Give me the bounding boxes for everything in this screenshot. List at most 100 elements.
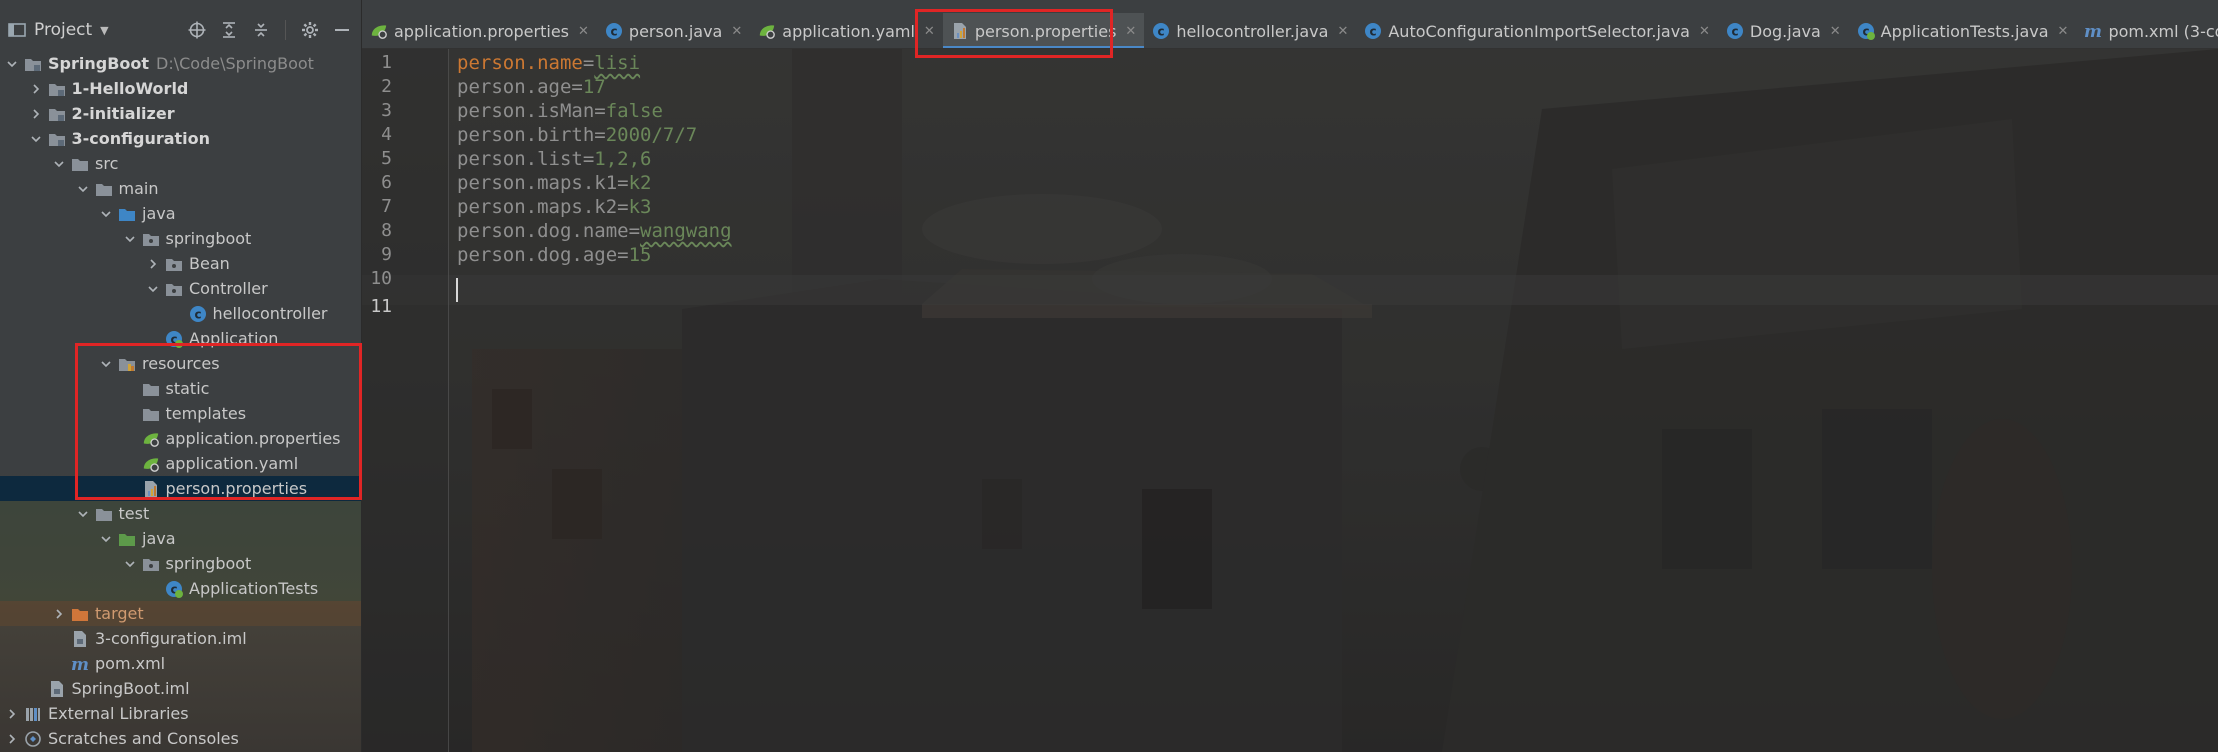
chevron-down-icon[interactable] xyxy=(75,181,91,197)
package-icon xyxy=(142,555,160,573)
collapse-all-icon[interactable] xyxy=(249,19,273,41)
tree-item-1-helloworld[interactable]: 1-HelloWorld xyxy=(0,76,361,101)
excluded-folder-icon xyxy=(71,605,89,623)
tree-item-label: ApplicationTests xyxy=(189,579,319,598)
code-line[interactable]: person.age=17 xyxy=(457,75,606,99)
chevron-right-icon[interactable] xyxy=(28,81,44,97)
package-icon xyxy=(165,255,183,273)
tab-application-yaml[interactable]: application.yaml ✕ xyxy=(750,13,943,48)
property-key: person.dog.name xyxy=(457,220,629,242)
close-icon[interactable]: ✕ xyxy=(731,24,742,39)
project-panel-title[interactable]: Project xyxy=(34,20,92,40)
code-line[interactable]: person.birth=2000/7/7 xyxy=(457,123,697,147)
tree-item-3-configuration[interactable]: 3-configuration xyxy=(0,126,361,151)
chevron-down-icon[interactable] xyxy=(98,356,114,372)
tree-item-src[interactable]: src xyxy=(0,151,361,176)
tree-item-label: main xyxy=(118,179,159,198)
module-folder-icon xyxy=(48,80,66,98)
tree-item-springboot[interactable]: SpringBoot D:\Code\SpringBoot xyxy=(0,51,361,76)
locate-file-icon[interactable] xyxy=(185,19,209,41)
tree-item-springboot-iml[interactable]: SpringBoot.iml xyxy=(0,676,361,701)
tab-application-properties[interactable]: application.properties ✕ xyxy=(362,13,597,48)
code-line[interactable]: person.isMan=false xyxy=(457,99,663,123)
code-line[interactable]: person.maps.k1=k2 xyxy=(457,171,652,195)
tree-item-target[interactable]: target xyxy=(0,601,361,626)
tree-item-scratches-and-consoles[interactable]: Scratches and Consoles xyxy=(0,726,361,751)
tree-item-2-initializer[interactable]: 2-initializer xyxy=(0,101,361,126)
tree-item-label: External Libraries xyxy=(48,704,189,723)
chevron-down-icon[interactable] xyxy=(98,206,114,222)
chevron-down-icon[interactable] xyxy=(4,56,20,72)
hide-panel-icon[interactable] xyxy=(330,19,354,41)
close-icon[interactable]: ✕ xyxy=(1337,24,1348,39)
close-icon[interactable]: ✕ xyxy=(1830,24,1841,39)
chevron-right-icon[interactable] xyxy=(4,731,20,747)
chevron-down-icon[interactable] xyxy=(28,131,44,147)
chevron-down-icon[interactable]: ▼ xyxy=(100,24,108,37)
chevron-down-icon[interactable] xyxy=(75,506,91,522)
chevron-down-icon[interactable] xyxy=(122,231,138,247)
tree-item-3-configuration-iml[interactable]: 3-configuration.iml xyxy=(0,626,361,651)
gear-icon[interactable] xyxy=(298,19,322,41)
chevron-down-icon[interactable] xyxy=(122,556,138,572)
code-line[interactable]: person.dog.age=15 xyxy=(457,243,652,267)
tab-applicationtests-java[interactable]: c ApplicationTests.java ✕ xyxy=(1849,13,2077,48)
tree-item-bean[interactable]: Bean xyxy=(0,251,361,276)
tree-item-static[interactable]: static xyxy=(0,376,361,401)
tab-dog-java[interactable]: c Dog.java ✕ xyxy=(1718,13,1849,48)
chevron-right-icon[interactable] xyxy=(51,606,67,622)
tree-item-java[interactable]: java xyxy=(0,201,361,226)
close-icon[interactable]: ✕ xyxy=(578,24,589,39)
tree-item-resources[interactable]: resources xyxy=(0,351,361,376)
close-icon[interactable]: ✕ xyxy=(1125,24,1136,39)
tab-autoconfigurationimportselector-java[interactable]: c AutoConfigurationImportSelector.java ✕ xyxy=(1356,13,1718,48)
project-path: D:\Code\SpringBoot xyxy=(156,54,314,73)
tree-item-springboot[interactable]: springboot xyxy=(0,226,361,251)
tree-item-application-properties[interactable]: application.properties xyxy=(0,426,361,451)
property-key: person.isMan xyxy=(457,100,595,122)
chevron-down-icon[interactable] xyxy=(51,156,67,172)
close-icon[interactable]: ✕ xyxy=(1699,24,1710,39)
tree-item-label: templates xyxy=(165,404,247,423)
tree-item-applicationtests[interactable]: c ApplicationTests xyxy=(0,576,361,601)
tree-item-person-properties[interactable]: person.properties xyxy=(0,476,361,501)
tree-item-templates[interactable]: templates xyxy=(0,401,361,426)
tab-label: pom.xml (3-configuration) xyxy=(2108,21,2218,41)
code-line[interactable]: person.list=1,2,6 xyxy=(457,147,652,171)
tree-item-label: 3-configuration xyxy=(71,129,211,148)
tree-item-application-yaml[interactable]: application.yaml xyxy=(0,451,361,476)
tab-hellocontroller-java[interactable]: c hellocontroller.java ✕ xyxy=(1144,13,1356,48)
tree-item-main[interactable]: main xyxy=(0,176,361,201)
close-icon[interactable]: ✕ xyxy=(924,24,935,39)
module-folder-icon xyxy=(48,105,66,123)
tree-item-application[interactable]: c Application xyxy=(0,326,361,351)
tab-person-java[interactable]: c person.java ✕ xyxy=(597,13,750,48)
project-view-icon[interactable] xyxy=(7,20,27,40)
tree-item-label: resources xyxy=(142,354,220,373)
chevron-right-icon[interactable] xyxy=(4,706,20,722)
chevron-right-icon[interactable] xyxy=(145,256,161,272)
tree-item-external-libraries[interactable]: External Libraries xyxy=(0,701,361,726)
tab-person-properties[interactable]: person.properties ✕ xyxy=(942,13,1145,48)
chevron-right-icon[interactable] xyxy=(28,106,44,122)
spring-class-icon: c xyxy=(165,580,183,598)
tree-item-springboot[interactable]: springboot xyxy=(0,551,361,576)
tree-item-test[interactable]: test xyxy=(0,501,361,526)
equals-sign: = xyxy=(594,100,606,122)
tree-item-controller[interactable]: Controller xyxy=(0,276,361,301)
tab-pom-xml-3-configuration-[interactable]: m pom.xml (3-configuration) xyxy=(2076,13,2218,48)
chevron-down-icon[interactable] xyxy=(98,531,114,547)
code-line[interactable]: person.name=lisi xyxy=(457,51,640,75)
code-editor[interactable]: 1 2 3 4 5 6 7 8 9 10 11 person.name=lisi person.age… xyxy=(362,49,2218,752)
close-icon[interactable]: ✕ xyxy=(2058,24,2069,39)
code-line[interactable]: person.dog.name=wangwang xyxy=(457,219,732,243)
expand-all-icon[interactable] xyxy=(217,19,241,41)
code-line[interactable]: person.maps.k2=k3 xyxy=(457,195,652,219)
tree-item-java[interactable]: java xyxy=(0,526,361,551)
chevron-down-icon[interactable] xyxy=(145,281,161,297)
tree-item-label: static xyxy=(165,379,210,398)
tree-item-hellocontroller[interactable]: c hellocontroller xyxy=(0,301,361,326)
tree-item-pom-xml[interactable]: m pom.xml xyxy=(0,651,361,676)
